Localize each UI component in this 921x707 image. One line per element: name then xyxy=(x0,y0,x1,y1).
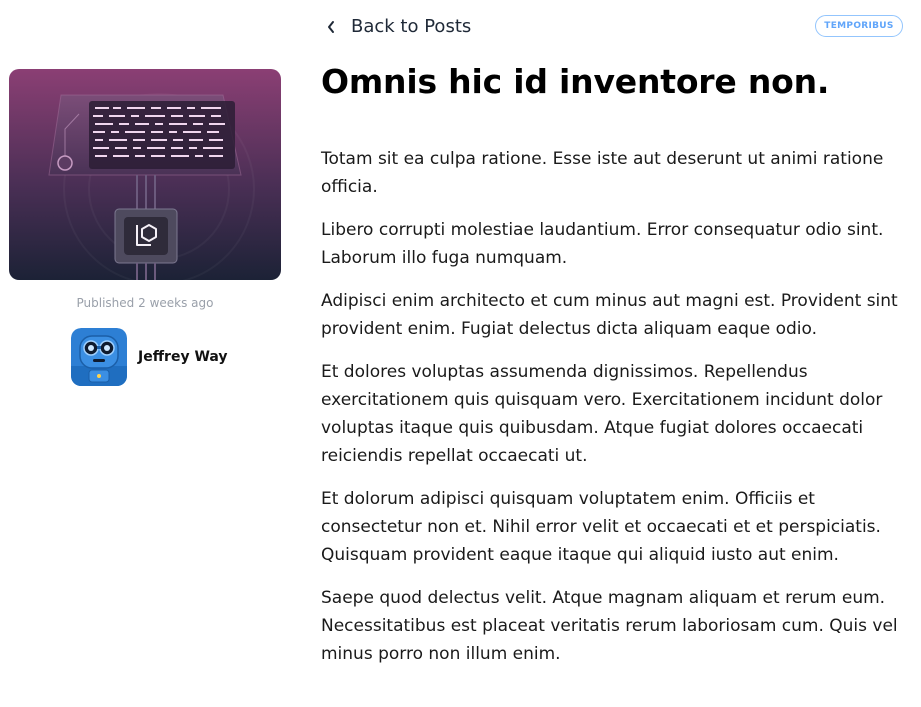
post-paragraph: Adipisci enim architecto et cum minus au… xyxy=(321,291,898,339)
post-thumbnail xyxy=(9,69,281,280)
post-paragraph: Et dolores voluptas assumenda dignissimo… xyxy=(321,362,883,466)
author-info: Jeffrey Way xyxy=(71,328,281,386)
category-badge[interactable]: TEMPORIBUS xyxy=(815,15,903,37)
post-body: Totam sit ea culpa ratione. Esse iste au… xyxy=(321,145,901,683)
author-avatar xyxy=(71,328,127,386)
post-title: Omnis hic id inventore non. xyxy=(321,62,830,101)
published-when: 2 weeks ago xyxy=(138,296,214,310)
back-to-posts-label: Back to Posts xyxy=(351,16,472,37)
back-to-posts-link[interactable]: Back to Posts xyxy=(326,16,471,37)
published-prefix: Published xyxy=(76,296,135,310)
post-paragraph: Saepe quod delectus velit. Atque magnam … xyxy=(321,588,898,664)
author-name[interactable]: Jeffrey Way xyxy=(138,349,228,365)
post-paragraph: Totam sit ea culpa ratione. Esse iste au… xyxy=(321,149,884,197)
post-sidebar: Published 2 weeks ago Jeffrey Way xyxy=(9,69,281,386)
post-paragraph: Et dolorum adipisci quisquam voluptatem … xyxy=(321,489,881,565)
post-page: Back to Posts TEMPORIBUS Published 2 wee… xyxy=(0,0,921,707)
post-paragraph: Libero corrupti molestiae laudantium. Er… xyxy=(321,220,884,268)
chevron-left-icon xyxy=(328,20,334,33)
published-date: Published 2 weeks ago xyxy=(9,296,281,310)
